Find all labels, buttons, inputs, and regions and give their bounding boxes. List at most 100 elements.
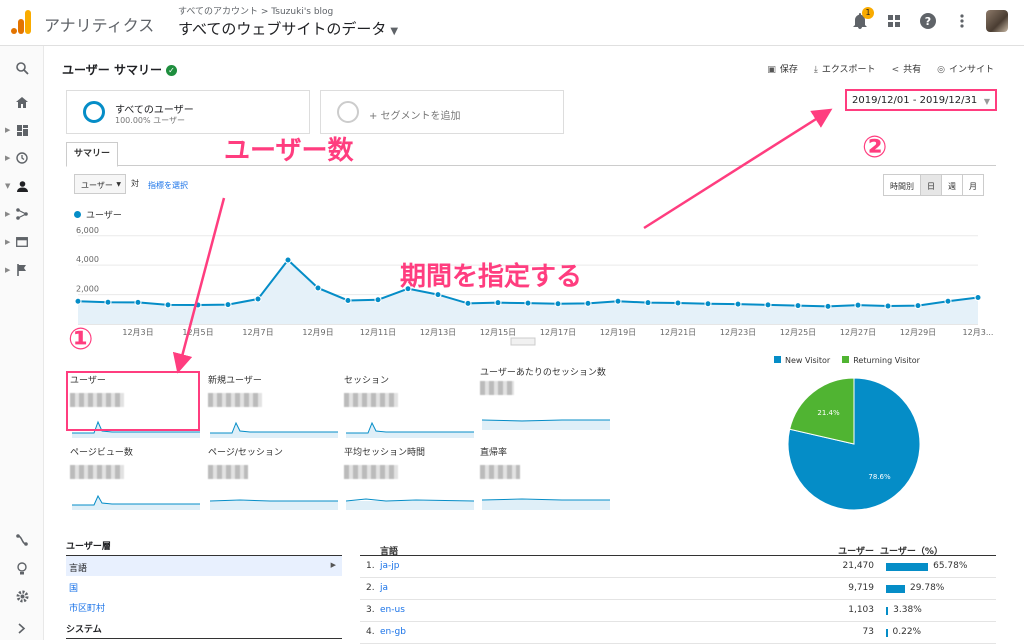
data-point[interactable] xyxy=(524,299,532,307)
data-point[interactable] xyxy=(284,256,292,264)
apps-grid-icon[interactable] xyxy=(884,11,904,31)
data-point[interactable] xyxy=(74,297,82,305)
data-point[interactable] xyxy=(704,300,712,308)
data-point[interactable] xyxy=(854,301,862,309)
dimension-item-city[interactable]: 市区町村 xyxy=(66,596,342,616)
gran-week[interactable]: 週 xyxy=(941,174,963,196)
swatch-icon xyxy=(842,356,850,363)
help-icon[interactable]: ? xyxy=(918,11,938,31)
lightbulb-icon[interactable] xyxy=(0,558,44,578)
visitor-pie-chart[interactable]: 78.6% 21.4% xyxy=(786,376,922,512)
data-point[interactable] xyxy=(554,300,562,308)
dimension-item-country[interactable]: 国 xyxy=(66,576,342,596)
data-point[interactable] xyxy=(764,301,772,309)
metric-value: ユーザー xyxy=(81,181,113,190)
breadcrumb[interactable]: すべてのアカウント > Tsuzuki's blog xyxy=(178,4,333,17)
nav-audience[interactable]: ▼ xyxy=(0,176,44,196)
dimension-item-language[interactable]: 言語 ▶ xyxy=(66,556,342,576)
attribution-icon[interactable] xyxy=(0,530,44,550)
data-point[interactable] xyxy=(674,299,682,307)
data-point[interactable] xyxy=(614,297,622,305)
nav-realtime[interactable]: ▶ xyxy=(0,148,44,168)
gran-day[interactable]: 日 xyxy=(920,174,942,196)
search-icon[interactable] xyxy=(0,58,44,78)
data-point[interactable] xyxy=(644,299,652,307)
kpi-sessions-per-user[interactable]: ユーザーあたりのセッション数 xyxy=(480,368,612,430)
avatar[interactable] xyxy=(986,10,1008,32)
chevron-right-icon: ▶ xyxy=(330,561,336,569)
gran-month[interactable]: 月 xyxy=(962,174,984,196)
segment-all-users[interactable]: すべてのユーザー 100.00% ユーザー xyxy=(66,90,310,134)
app-title: アナリティクス xyxy=(44,16,155,35)
gran-hourly[interactable]: 時間別 xyxy=(883,174,921,196)
data-point[interactable] xyxy=(584,299,592,307)
annotation-set-period: 期間を指定する xyxy=(400,262,583,292)
select-metric-link[interactable]: 指標を選択 xyxy=(148,180,188,191)
bell-icon[interactable]: 1 xyxy=(850,7,874,31)
row-share-bar xyxy=(886,563,929,571)
expand-nav-icon[interactable] xyxy=(0,618,44,638)
data-point[interactable] xyxy=(254,295,262,303)
data-point[interactable] xyxy=(374,296,382,304)
data-point[interactable] xyxy=(944,297,952,305)
tab-summary[interactable]: サマリー xyxy=(66,142,118,167)
x-tick-label: 12月7日 xyxy=(242,328,273,337)
data-point[interactable] xyxy=(164,301,172,309)
analytics-logo-icon[interactable] xyxy=(10,10,32,34)
home-icon[interactable] xyxy=(0,92,44,112)
row-index: 1. xyxy=(366,561,375,571)
nav-customization[interactable]: ▶ xyxy=(0,120,44,140)
data-point[interactable] xyxy=(194,301,202,309)
kpi-pages-per-session[interactable]: ページ/セッション xyxy=(208,448,340,510)
pie-slice-label: 21.4% xyxy=(817,409,840,417)
row-index: 3. xyxy=(366,605,375,615)
nav-conversions[interactable]: ▶ xyxy=(0,260,44,280)
data-point[interactable] xyxy=(794,302,802,310)
kpi-pageviews[interactable]: ページビュー数 xyxy=(70,448,202,510)
kpi-sessions[interactable]: セッション xyxy=(344,376,476,438)
gear-icon[interactable] xyxy=(0,586,44,606)
save-button[interactable]: ▣ 保存 xyxy=(767,62,798,75)
row-pct: 29.78% xyxy=(910,583,945,593)
swatch-icon xyxy=(774,356,781,363)
kpi-sparkline xyxy=(72,494,200,510)
data-point[interactable] xyxy=(344,296,352,304)
kpi-new-users[interactable]: 新規ユーザー xyxy=(208,376,340,438)
date-range-picker[interactable]: 2019/12/01 - 2019/12/31 ▼ xyxy=(845,89,997,111)
data-point[interactable] xyxy=(464,299,472,307)
kpi-avg-session-duration[interactable]: 平均セッション時間 xyxy=(344,448,476,510)
metric-dropdown[interactable]: ユーザー ▼ xyxy=(74,174,126,194)
data-point[interactable] xyxy=(224,301,232,309)
nav-behavior[interactable]: ▶ xyxy=(0,232,44,252)
data-point[interactable] xyxy=(974,294,982,302)
export-button[interactable]: ⤓ エクスポート xyxy=(814,62,876,75)
view-selector[interactable]: すべてのウェブサイトのデータ ▼ xyxy=(178,18,398,39)
data-point[interactable] xyxy=(494,299,502,307)
export-label: エクスポート xyxy=(821,65,876,75)
data-point[interactable] xyxy=(824,302,832,310)
chart-resize-handle[interactable] xyxy=(510,337,536,346)
expand-icon: ▶ xyxy=(5,266,11,274)
expand-icon: ▶ xyxy=(5,210,11,218)
kpi-sparkline xyxy=(346,421,474,438)
add-segment-button[interactable]: + セグメントを追加 xyxy=(320,90,564,134)
data-point[interactable] xyxy=(734,300,742,308)
kpi-bounce-rate[interactable]: 直帰率 xyxy=(480,448,612,510)
data-point[interactable] xyxy=(884,302,892,310)
row-language-link[interactable]: ja-jp xyxy=(380,561,399,571)
row-language-link[interactable]: en-gb xyxy=(380,627,406,637)
share-button[interactable]: < 共有 xyxy=(892,62,922,75)
data-point[interactable] xyxy=(914,302,922,310)
row-language-link[interactable]: ja xyxy=(380,583,388,593)
pie-slice-label: 78.6% xyxy=(868,473,891,481)
x-tick-label: 12月25日 xyxy=(780,328,816,337)
insights-icon: ◎ xyxy=(937,65,945,75)
data-point[interactable] xyxy=(314,284,322,292)
row-language-link[interactable]: en-us xyxy=(380,605,405,615)
more-vert-icon[interactable] xyxy=(952,11,972,31)
kpi-value-blurred xyxy=(480,465,520,479)
data-point[interactable] xyxy=(134,298,142,306)
data-point[interactable] xyxy=(104,298,112,306)
insights-button[interactable]: ◎ インサイト xyxy=(937,62,994,75)
nav-acquisition[interactable]: ▶ xyxy=(0,204,44,224)
